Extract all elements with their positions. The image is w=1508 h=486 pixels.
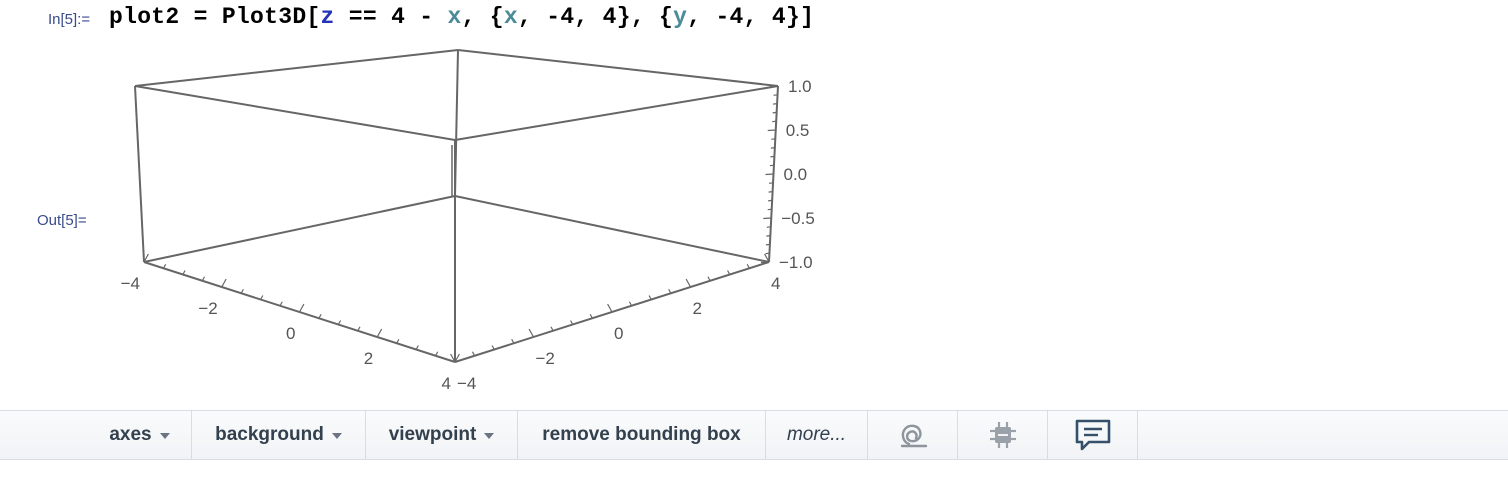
box-edge — [454, 49, 459, 197]
z-tick — [767, 129, 776, 132]
box-edge — [457, 49, 779, 87]
z-tick — [767, 208, 772, 211]
z-tick — [772, 111, 777, 114]
box-edge — [454, 85, 779, 141]
z-tick — [773, 103, 778, 105]
spiral-icon — [900, 424, 927, 448]
more-label: more... — [786, 424, 847, 445]
z-tick — [772, 120, 777, 123]
z-tick — [770, 147, 775, 149]
y-tick-label: 0 — [614, 324, 623, 343]
z-tick — [771, 138, 776, 140]
background-label: background — [215, 424, 324, 445]
viewpoint-label: viewpoint — [388, 424, 477, 445]
box-edge — [454, 195, 770, 263]
z-tick — [765, 173, 774, 176]
plot3d-graphic[interactable]: 1.0 0.5 0.0 −0.5 −1.0 −4 −2 0 2 4 −4 −2 0 2 4 — [0, 0, 1508, 410]
z-tick — [768, 199, 773, 202]
x-tick-label: −4 — [121, 274, 140, 293]
axes-label: axes — [109, 424, 152, 445]
comment-button[interactable] — [1048, 411, 1138, 459]
z-tick — [760, 261, 770, 264]
box-edge — [134, 85, 145, 263]
z-tick — [768, 191, 773, 193]
z-tick — [766, 226, 771, 228]
z-tick — [765, 243, 770, 246]
box-edge — [134, 85, 456, 141]
x-tick — [376, 328, 383, 338]
z-tick-label: 0.0 — [784, 165, 808, 184]
z-tick — [770, 155, 775, 158]
z-tick-label: 1.0 — [788, 77, 812, 96]
x-tick-label: 4 — [442, 374, 451, 393]
y-tick-label: −4 — [457, 374, 476, 393]
y-tick — [607, 303, 613, 313]
z-tick-label: −0.5 — [781, 209, 815, 228]
x-tick-label: 2 — [364, 349, 373, 368]
box-edge — [143, 195, 456, 263]
background-button[interactable]: background — [192, 411, 366, 459]
z-tick — [773, 94, 778, 96]
axes-button[interactable]: axes — [88, 411, 192, 459]
y-tick — [685, 278, 692, 288]
bounding-box — [134, 49, 779, 363]
tick-marks — [143, 85, 779, 363]
remove-bounding-box-button[interactable]: remove bounding box — [518, 411, 766, 459]
spiral-button[interactable] — [868, 411, 958, 459]
x-tick — [221, 278, 227, 288]
x-tick-label: 0 — [286, 324, 295, 343]
comment-icon — [1075, 419, 1110, 451]
z-tick — [766, 235, 771, 237]
more-button[interactable]: more... — [766, 411, 868, 459]
z-tick — [769, 85, 779, 88]
suggestions-toolbar: axes background viewpoint remove boundin… — [0, 410, 1508, 460]
z-tick-label: 0.5 — [786, 121, 810, 140]
box-edge — [134, 49, 459, 87]
chevron-down-icon — [331, 433, 342, 439]
chevron-down-icon — [159, 433, 170, 439]
y-tick-label: 4 — [771, 274, 780, 293]
x-tick — [298, 303, 305, 313]
chip-settings-icon — [989, 422, 1016, 448]
remove-bounding-box-label: remove bounding box — [542, 424, 741, 445]
z-tick — [769, 164, 775, 167]
chevron-down-icon — [484, 433, 495, 439]
tick-labels: 1.0 0.5 0.0 −0.5 −1.0 −4 −2 0 2 4 −4 −2 0 2 4 — [121, 77, 815, 393]
z-tick-label: −1.0 — [779, 253, 813, 272]
z-tick — [763, 217, 772, 220]
chip-settings-button[interactable] — [958, 411, 1048, 459]
z-tick — [768, 182, 774, 184]
y-tick-label: 2 — [693, 299, 702, 318]
z-tick — [765, 252, 770, 255]
x-tick-label: −2 — [198, 299, 217, 318]
y-tick — [528, 328, 535, 338]
y-tick-label: −2 — [536, 349, 555, 368]
viewpoint-button[interactable]: viewpoint — [366, 411, 518, 459]
